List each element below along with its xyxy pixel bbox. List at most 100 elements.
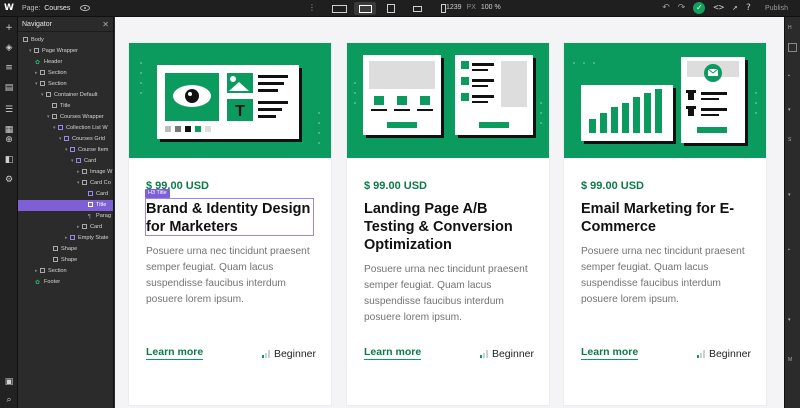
tree-node-paragraph[interactable]: ¶ Parag [18,211,113,222]
settings-gear-icon[interactable]: ⚙ [4,175,14,185]
add-element-icon[interactable]: + [4,23,14,33]
help-icon[interactable]: ? [746,3,751,13]
design-canvas[interactable]: T $ 99.00 USD H3 Title Brand & Identity … [115,17,784,408]
designer-app: W Page: Courses ⋮ 1239 PX 100 % ↶ ↷ ✓ <>… [0,0,800,408]
tree-node-body[interactable]: Body [18,35,113,46]
breakpoint-tablet-icon[interactable] [380,2,402,15]
panel-section-caret-icon[interactable]: ▾ [788,317,791,323]
tree-node-page-wrapper[interactable]: ▾ Page Wrapper [18,46,113,57]
more-options-icon[interactable]: ⋮ [308,4,316,12]
tree-node-courses-wrapper[interactable]: ▾ Courses Wrapper [18,112,113,123]
tree-node-label: Section [48,268,67,274]
learn-more-link[interactable]: Learn more [364,346,422,360]
course-card[interactable]: T $ 99.00 USD H3 Title Brand & Identity … [128,42,332,406]
brand-design-illustration: T [140,62,320,144]
empty-state-icon [70,234,75,240]
pages-icon[interactable]: ▤ [4,83,14,93]
tree-node-label: Course Item [78,147,109,153]
panel-section-caret-icon[interactable]: ▾ [788,192,791,198]
element-icon [46,91,51,97]
course-banner-image [347,43,549,158]
level-bars-icon [696,350,705,358]
export-icon[interactable]: ↗ [732,3,737,13]
tree-node-shape[interactable]: Shape [18,244,113,255]
components-icon[interactable]: ◈ [4,43,14,53]
users-icon[interactable]: ◧ [4,155,14,165]
course-card[interactable]: $ 99.00 USD Email Marketing for E-Commer… [563,42,767,406]
navigator-icon[interactable]: ≡ [4,63,14,73]
audit-icon[interactable]: ▣ [4,377,14,387]
tree-node-card-text[interactable]: Card [18,189,113,200]
course-title[interactable]: Landing Page A/B Testing & Conversion Op… [364,200,539,254]
tree-node-empty-state[interactable]: ▸ Empty State [18,233,113,244]
page-name: Courses [44,4,71,12]
tree-node-course-item[interactable]: ▾ Course Item [18,145,113,156]
heading-icon [88,201,93,207]
tree-node-label: Section [48,81,67,87]
redo-icon[interactable]: ↷ [678,3,686,13]
tree-node-section[interactable]: ▸ Section [18,266,113,277]
webflow-logo[interactable]: W [0,3,18,13]
tree-node-label: Footer [44,279,61,285]
element-icon [40,267,45,273]
tree-node-section[interactable]: ▸ Section [18,68,113,79]
tree-node-card[interactable]: ▸ Card [18,222,113,233]
selector-field[interactable] [788,43,797,52]
panel-section-caret-icon[interactable]: ▾ [788,107,791,113]
tree-node-label: Shape [61,257,78,263]
breakpoint-mobile-landscape-icon[interactable] [406,2,428,15]
tree-node-label: Title [96,202,107,208]
tree-node-container[interactable]: ▾ Container Default [18,90,113,101]
learn-more-link[interactable]: Learn more [146,346,204,360]
tree-node-shape[interactable]: Shape [18,255,113,266]
page-selector[interactable]: Page: Courses [22,5,70,12]
element-icon [23,36,28,42]
tree-node-label: Card [96,191,109,197]
tree-node-card-content[interactable]: ▾ Card Co [18,178,113,189]
element-icon [53,256,58,262]
course-price: $ 99.00 USD [581,180,644,192]
course-card[interactable]: $ 99.00 USD Landing Page A/B Testing & C… [346,42,550,406]
element-icon [40,80,45,86]
course-banner-image [564,43,766,158]
grid-icon [64,135,69,141]
tree-node-title-selected[interactable]: Title [18,200,113,211]
element-icon [82,168,87,174]
tree-node-courses-grid[interactable]: ▾ Courses Grid [18,134,113,145]
course-title[interactable]: Brand & Identity Design for Marketers [146,200,321,236]
cms-icon[interactable]: ☰ [4,105,14,115]
element-icon [82,179,87,185]
page-label: Page: [22,4,41,12]
tree-node-title[interactable]: Title [18,101,113,112]
canvas-size-readout: 1239 PX 100 % [446,4,501,11]
tree-node-label: Image W [90,169,113,175]
code-icon[interactable]: <> [713,3,724,13]
undo-icon[interactable]: ↶ [662,3,670,13]
symbol-icon: ✿ [35,279,41,286]
tree-node-card[interactable]: ▾ Card [18,156,113,167]
publish-button[interactable]: Publish [759,3,794,14]
tree-node-collection-list[interactable]: ▾ Collection List W [18,123,113,134]
panel-text: ▪ [788,73,790,79]
ecommerce-icon[interactable]: ⊕ [4,135,14,145]
close-icon[interactable]: ✕ [102,20,109,29]
panel-text: H [788,25,792,31]
tree-node-section[interactable]: ▾ Section [18,79,113,90]
left-toolbar: + ◈ ≡ ▤ ☰ ▦ ⊕ ◧ ⚙ ▣ ⌕ [0,17,18,408]
tree-node-footer[interactable]: ✿ Footer [18,277,113,288]
learn-more-link[interactable]: Learn more [581,346,639,360]
assets-icon[interactable]: ▦ [4,125,14,135]
tree-node-label: Section [48,70,67,76]
preview-eye-icon[interactable] [80,5,91,11]
paragraph-icon: ¶ [88,213,91,220]
tree-node-image-wrapper[interactable]: ▸ Image W [18,167,113,178]
course-level-label: Beginner [708,348,751,360]
breakpoint-large-desktop-icon[interactable] [328,2,350,15]
tree-node-header[interactable]: ✿ Header [18,57,113,68]
course-title[interactable]: Email Marketing for E-Commerce [581,200,756,236]
element-icon [82,223,87,229]
search-icon[interactable]: ⌕ [4,395,14,405]
selected-element-tag[interactable]: H3 Title [145,189,170,198]
breakpoint-desktop-icon[interactable] [354,2,376,15]
level-bars-icon [261,350,270,358]
